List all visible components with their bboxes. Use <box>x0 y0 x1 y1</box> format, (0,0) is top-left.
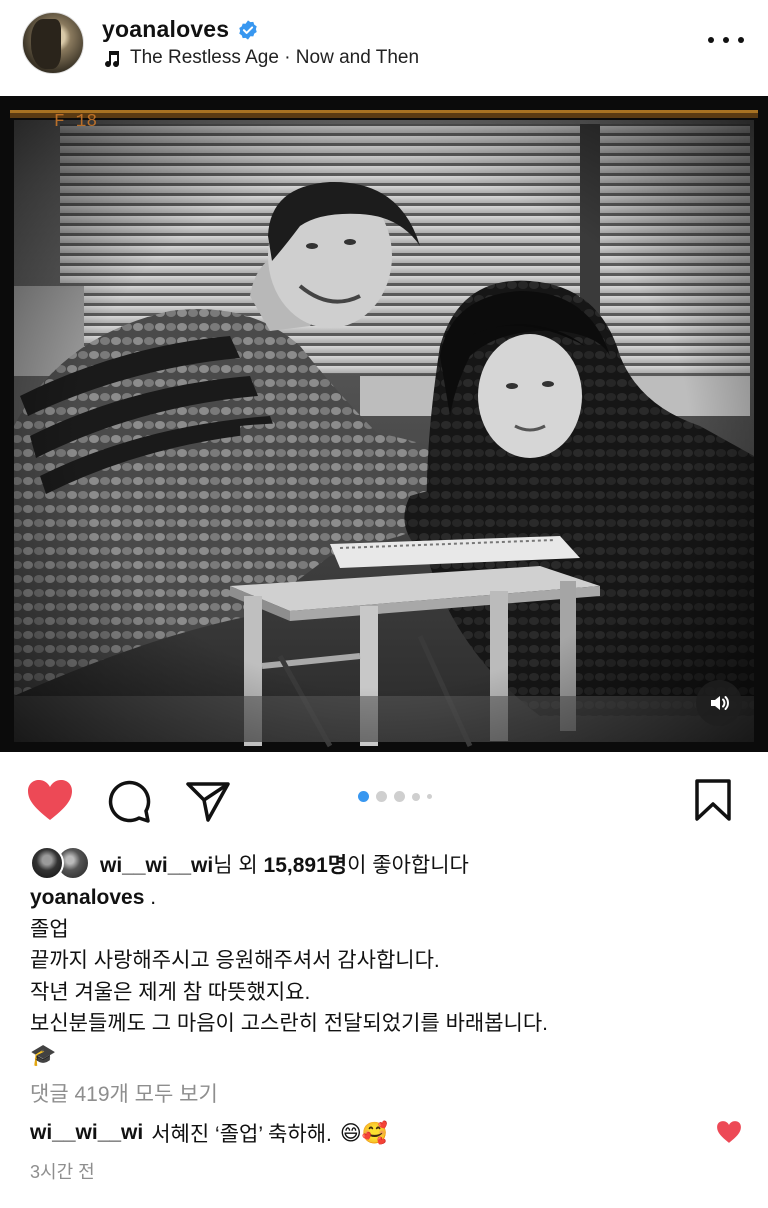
likes-count[interactable]: 15,891명 <box>264 854 348 877</box>
music-note-icon <box>105 51 120 68</box>
comment-emoji: 😄🥰 <box>339 1121 388 1145</box>
profile-avatar[interactable] <box>22 12 84 74</box>
caption-line: 🎓 <box>30 1043 57 1067</box>
likes-suffix: 님 외 <box>213 854 264 877</box>
carousel-dot <box>376 791 387 802</box>
caption-line: 끝까지 사랑해주시고 응원해주셔서 감사합니다. <box>30 949 440 972</box>
carousel-dot <box>358 791 369 802</box>
likes-suffix-2: 이 좋아합니다 <box>347 854 469 877</box>
post-timestamp: 3시간 전 <box>30 1162 95 1182</box>
caption-username[interactable]: yoanaloves <box>30 886 144 909</box>
speaker-icon <box>711 696 729 710</box>
likes-row[interactable]: wi__wi__wi님 외 15,891명이 좋아합니다 <box>30 846 469 882</box>
carousel-dot <box>427 794 432 799</box>
music-label: The Restless Age · Now and Then <box>130 47 420 68</box>
username-link[interactable]: yoanaloves <box>102 16 229 43</box>
post-header: yoanaloves The Restless Age · Now and Th… <box>0 0 768 96</box>
comment-username[interactable]: wi__wi__wi <box>30 1121 143 1145</box>
bookmark-icon[interactable] <box>694 778 732 822</box>
username-row: yoanaloves <box>102 16 259 43</box>
caption-line: 졸업 <box>30 917 69 941</box>
sound-toggle-button[interactable] <box>696 680 742 726</box>
post-caption: yoanaloves . 졸업 끝까지 사랑해주시고 응원해주셔서 감사합니다.… <box>30 882 730 1071</box>
post-actions <box>0 770 768 830</box>
carousel-dot <box>394 791 405 802</box>
post-photo[interactable]: F 18 <box>0 96 768 752</box>
photo-illustration: F 18 <box>0 96 768 752</box>
comment-like-heart-icon[interactable] <box>716 1120 742 1144</box>
carousel-indicator <box>358 791 432 802</box>
comment-icon[interactable] <box>106 778 152 824</box>
music-row[interactable]: The Restless Age · Now and Then <box>102 47 419 69</box>
avatar <box>30 846 64 880</box>
photo-frame-counter: F 18 <box>54 112 97 132</box>
caption-line: 보신분들께도 그 마음이 고스란히 전달되었기를 바래봅니다. <box>30 1012 549 1035</box>
likes-text: wi__wi__wi님 외 15,891명이 좋아합니다 <box>100 849 469 879</box>
caption-first: . <box>144 886 157 909</box>
heart-filled-icon[interactable] <box>26 778 74 822</box>
liker-username[interactable]: wi__wi__wi <box>100 854 213 877</box>
carousel-dot <box>412 792 420 801</box>
verified-badge-icon <box>239 19 258 40</box>
view-all-comments-link[interactable]: 댓글 419개 모두 보기 <box>30 1078 218 1108</box>
comment-row: wi__wi__wi 서혜진 ‘졸업’ 축하해. 😄🥰 <box>30 1118 388 1148</box>
paper-plane-icon[interactable] <box>184 778 232 824</box>
caption-line: 작년 겨울은 제게 참 따뜻했지요. <box>30 980 311 1004</box>
liker-avatars <box>30 846 94 882</box>
more-options-icon[interactable] <box>708 28 744 52</box>
comment-text: 서혜진 ‘졸업’ 축하해. <box>151 1123 332 1146</box>
